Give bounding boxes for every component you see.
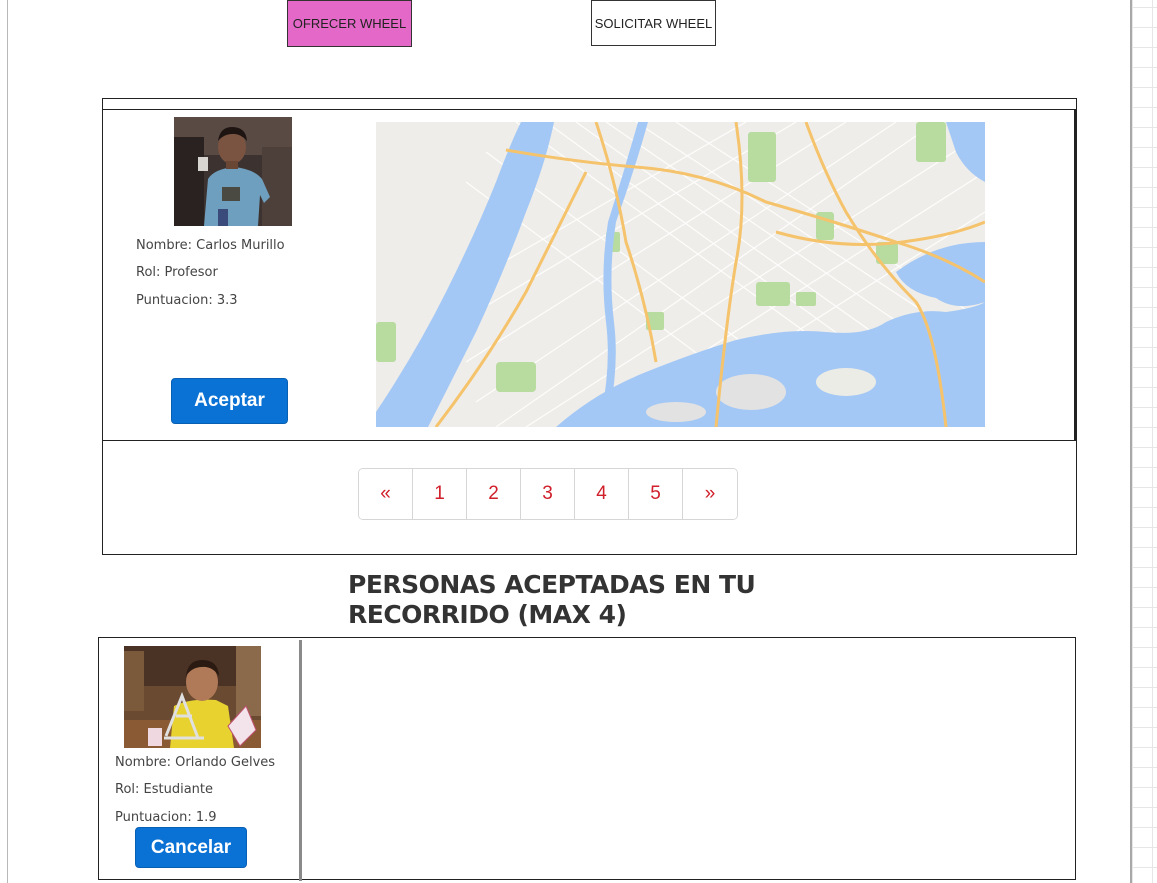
accepted-panel: Nombre: Orlando Gelves Rol: Estudiante P…: [98, 637, 1076, 881]
offer-wheel-button[interactable]: OFRECER WHEEL: [287, 0, 412, 47]
driver-role: Rol: Profesor: [136, 265, 218, 280]
driver-name: Nombre: Carlos Murillo: [136, 238, 285, 253]
request-wheel-button[interactable]: SOLICITAR WHEEL: [591, 0, 716, 46]
pagination-next[interactable]: »: [683, 469, 737, 519]
background-grid: [1132, 0, 1157, 883]
route-map[interactable]: [376, 122, 985, 427]
passenger-role: Rol: Estudiante: [115, 782, 214, 797]
accepted-column-divider: [299, 640, 302, 881]
offer-card: Nombre: Carlos Murillo Rol: Profesor Pun…: [103, 110, 1076, 441]
cancel-button[interactable]: Cancelar: [135, 827, 247, 868]
page-left-border: [7, 0, 8, 883]
passenger-score: Puntuacion: 1.9: [115, 810, 217, 825]
accept-button[interactable]: Aceptar: [171, 378, 288, 424]
pagination: « 1 2 3 4 5 »: [358, 468, 738, 520]
offer-panel: Nombre: Carlos Murillo Rol: Profesor Pun…: [102, 98, 1077, 555]
driver-score: Puntuacion: 3.3: [136, 293, 238, 308]
pagination-page-4[interactable]: 4: [575, 469, 629, 519]
pagination-page-3[interactable]: 3: [521, 469, 575, 519]
pagination-page-1[interactable]: 1: [413, 469, 467, 519]
pagination-page-5[interactable]: 5: [629, 469, 683, 519]
passenger-name: Nombre: Orlando Gelves: [115, 755, 276, 770]
passenger-photo: [124, 646, 261, 748]
pagination-prev[interactable]: «: [359, 469, 413, 519]
pagination-page-2[interactable]: 2: [467, 469, 521, 519]
driver-photo: [174, 117, 292, 226]
accepted-section-title: PERSONAS ACEPTADAS EN TU RECORRIDO (MAX …: [348, 570, 756, 629]
